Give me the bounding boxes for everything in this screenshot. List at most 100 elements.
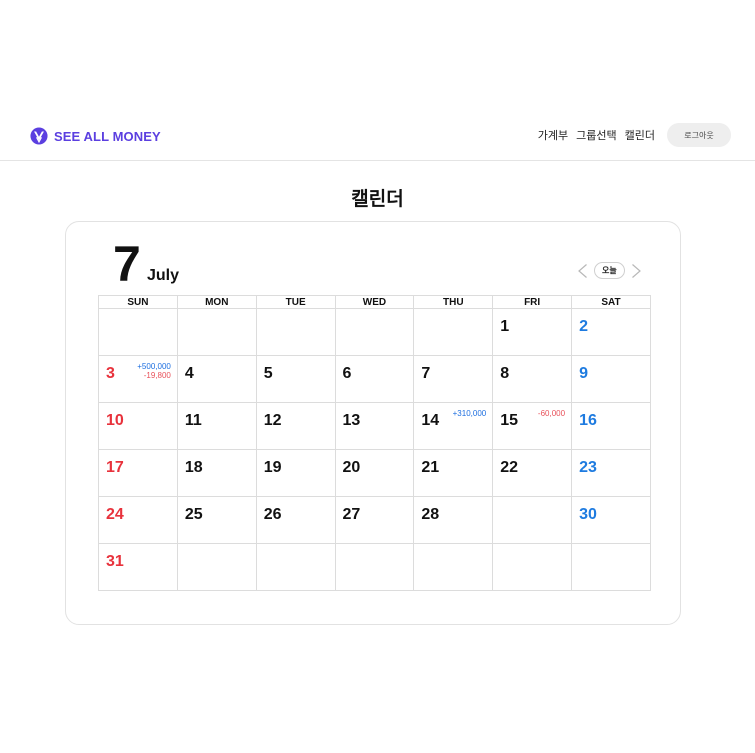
calendar-empty-cell <box>334 308 415 356</box>
calendar-day-cell[interactable]: 13 <box>334 402 415 450</box>
day-number: 28 <box>421 506 440 523</box>
calendar-day-cell[interactable]: 19 <box>255 449 336 497</box>
expense-amount: -19,800 <box>143 371 171 380</box>
weekday-header-row: SUN MON TUE WED THU FRI SAT <box>98 295 651 309</box>
calendar-day-cell[interactable]: 7 <box>413 355 494 403</box>
page-title: 캘린더 <box>351 189 404 210</box>
calendar-empty-cell <box>176 308 257 356</box>
calendar-day-cell[interactable]: 28 <box>413 496 494 544</box>
calendar-empty-cell <box>255 543 336 591</box>
day-number: 7 <box>421 365 431 382</box>
calendar-day-cell[interactable]: 10 <box>98 402 178 450</box>
day-number: 30 <box>579 506 597 523</box>
month-name: July <box>147 267 180 284</box>
income-amount: +310,000 <box>452 409 487 418</box>
calendar-day-cell[interactable]: 21 <box>413 449 494 497</box>
calendar-day-cell[interactable]: 23 <box>571 449 651 497</box>
day-amounts: -60,000 <box>538 409 565 418</box>
calendar-day-cell[interactable]: 31 <box>98 543 178 591</box>
calendar-day-cell[interactable]: 24 <box>98 496 178 544</box>
day-number: 24 <box>106 506 124 523</box>
weekday-sat: SAT <box>571 295 651 309</box>
calendar-empty-cell <box>334 543 415 591</box>
calendar-empty-cell <box>255 308 336 356</box>
day-number: 2 <box>579 318 588 335</box>
brand-logo-icon <box>30 127 48 145</box>
day-number: 15 <box>500 412 519 429</box>
calendar-empty-cell <box>492 543 573 591</box>
nav-link-group-select[interactable]: 그룹선택 <box>576 127 616 143</box>
calendar-day-cell[interactable]: 5 <box>255 355 336 403</box>
calendar-day-cell[interactable]: 3 +500,000 -19,800 <box>98 355 178 403</box>
calendar-day-cell[interactable]: 1 <box>492 308 573 356</box>
day-number: 13 <box>342 412 361 429</box>
day-number: 22 <box>500 459 519 476</box>
prev-month-icon[interactable] <box>577 263 588 279</box>
calendar-day-cell[interactable]: 30 <box>571 496 651 544</box>
income-amount: +500,000 <box>137 362 171 371</box>
day-number: 19 <box>263 459 282 476</box>
day-number: 27 <box>342 506 361 523</box>
weekday-fri: FRI <box>492 295 573 309</box>
day-number: 25 <box>184 506 203 523</box>
calendar-week-row: 31 <box>98 543 651 591</box>
logout-button[interactable]: 로그아웃 <box>667 123 731 147</box>
day-number: 21 <box>421 459 440 476</box>
calendar-day-cell[interactable]: 15 -60,000 <box>492 402 573 450</box>
day-number: 16 <box>579 412 597 429</box>
calendar-day-cell[interactable]: 27 <box>334 496 415 544</box>
calendar-body: 1 2 3 +500,000 -19,800 4 5 6 7 8 9 10 11 12 13 14 +310,0… <box>98 308 651 591</box>
calendar-day-cell[interactable]: 22 <box>492 449 573 497</box>
day-number: 4 <box>184 365 194 382</box>
day-number: 8 <box>500 365 510 382</box>
day-number: 5 <box>263 365 273 382</box>
calendar-day-cell[interactable]: 8 <box>492 355 573 403</box>
calendar-empty-cell <box>413 543 494 591</box>
weekday-thu: THU <box>413 295 494 309</box>
calendar-day-cell[interactable]: 26 <box>255 496 336 544</box>
calendar-day-cell[interactable]: 12 <box>255 402 336 450</box>
calendar-week-row: 3 +500,000 -19,800 4 5 6 7 8 9 <box>98 355 651 403</box>
top-header: SEE ALL MONEY 가계부 그룹선택 캘린더 로그아웃 <box>0 112 755 161</box>
day-number: 18 <box>184 459 203 476</box>
calendar-week-row: 12 <box>98 308 651 356</box>
nav-link-calendar[interactable]: 캘린더 <box>625 127 655 143</box>
today-button[interactable]: 오늘 <box>594 262 625 279</box>
top-nav: 가계부 그룹선택 캘린더 로그아웃 <box>538 123 731 147</box>
calendar-day-cell[interactable]: 16 <box>571 402 651 450</box>
calendar-day-cell[interactable]: 4 <box>176 355 257 403</box>
calendar-navigation: 오늘 <box>577 262 642 279</box>
calendar-day-cell[interactable]: 9 <box>571 355 651 403</box>
calendar-day-cell[interactable]: 17 <box>98 449 178 497</box>
day-amounts: +500,000 -19,800 <box>137 362 171 380</box>
calendar-day-cell[interactable]: 2 <box>571 308 651 356</box>
day-number: 9 <box>579 365 588 382</box>
month-number: 7 <box>113 236 141 292</box>
day-number: 31 <box>106 553 124 570</box>
day-number: 14 <box>421 412 440 429</box>
brand-name: SEE ALL MONEY <box>54 128 161 144</box>
calendar-week-row: 10 11 12 13 14 +310,000 15 -60,000 16 <box>98 402 651 450</box>
nav-link-ledger[interactable]: 가계부 <box>538 127 568 143</box>
calendar-day-cell[interactable]: 20 <box>334 449 415 497</box>
calendar-day-cell[interactable]: 18 <box>176 449 257 497</box>
calendar-empty-cell <box>176 543 257 591</box>
day-number: 3 <box>106 365 115 382</box>
calendar-empty-cell <box>98 308 178 356</box>
day-number: 23 <box>579 459 597 476</box>
weekday-sun: SUN <box>98 295 178 309</box>
calendar-week-row: 24 25 26 27 28 30 <box>98 496 651 544</box>
calendar-day-cell[interactable]: 6 <box>334 355 415 403</box>
calendar-day-cell[interactable]: 25 <box>176 496 257 544</box>
next-month-icon[interactable] <box>631 263 642 279</box>
brand-logo[interactable]: SEE ALL MONEY <box>30 127 161 145</box>
calendar-day-cell[interactable]: 11 <box>176 402 257 450</box>
day-number: 6 <box>342 365 352 382</box>
calendar-empty-cell <box>571 543 651 591</box>
weekday-mon: MON <box>176 295 257 309</box>
calendar-empty-cell <box>492 496 573 544</box>
calendar-day-cell[interactable]: 14 +310,000 <box>413 402 494 450</box>
day-number: 10 <box>106 412 124 429</box>
expense-amount: -60,000 <box>537 409 566 418</box>
day-number: 26 <box>263 506 282 523</box>
